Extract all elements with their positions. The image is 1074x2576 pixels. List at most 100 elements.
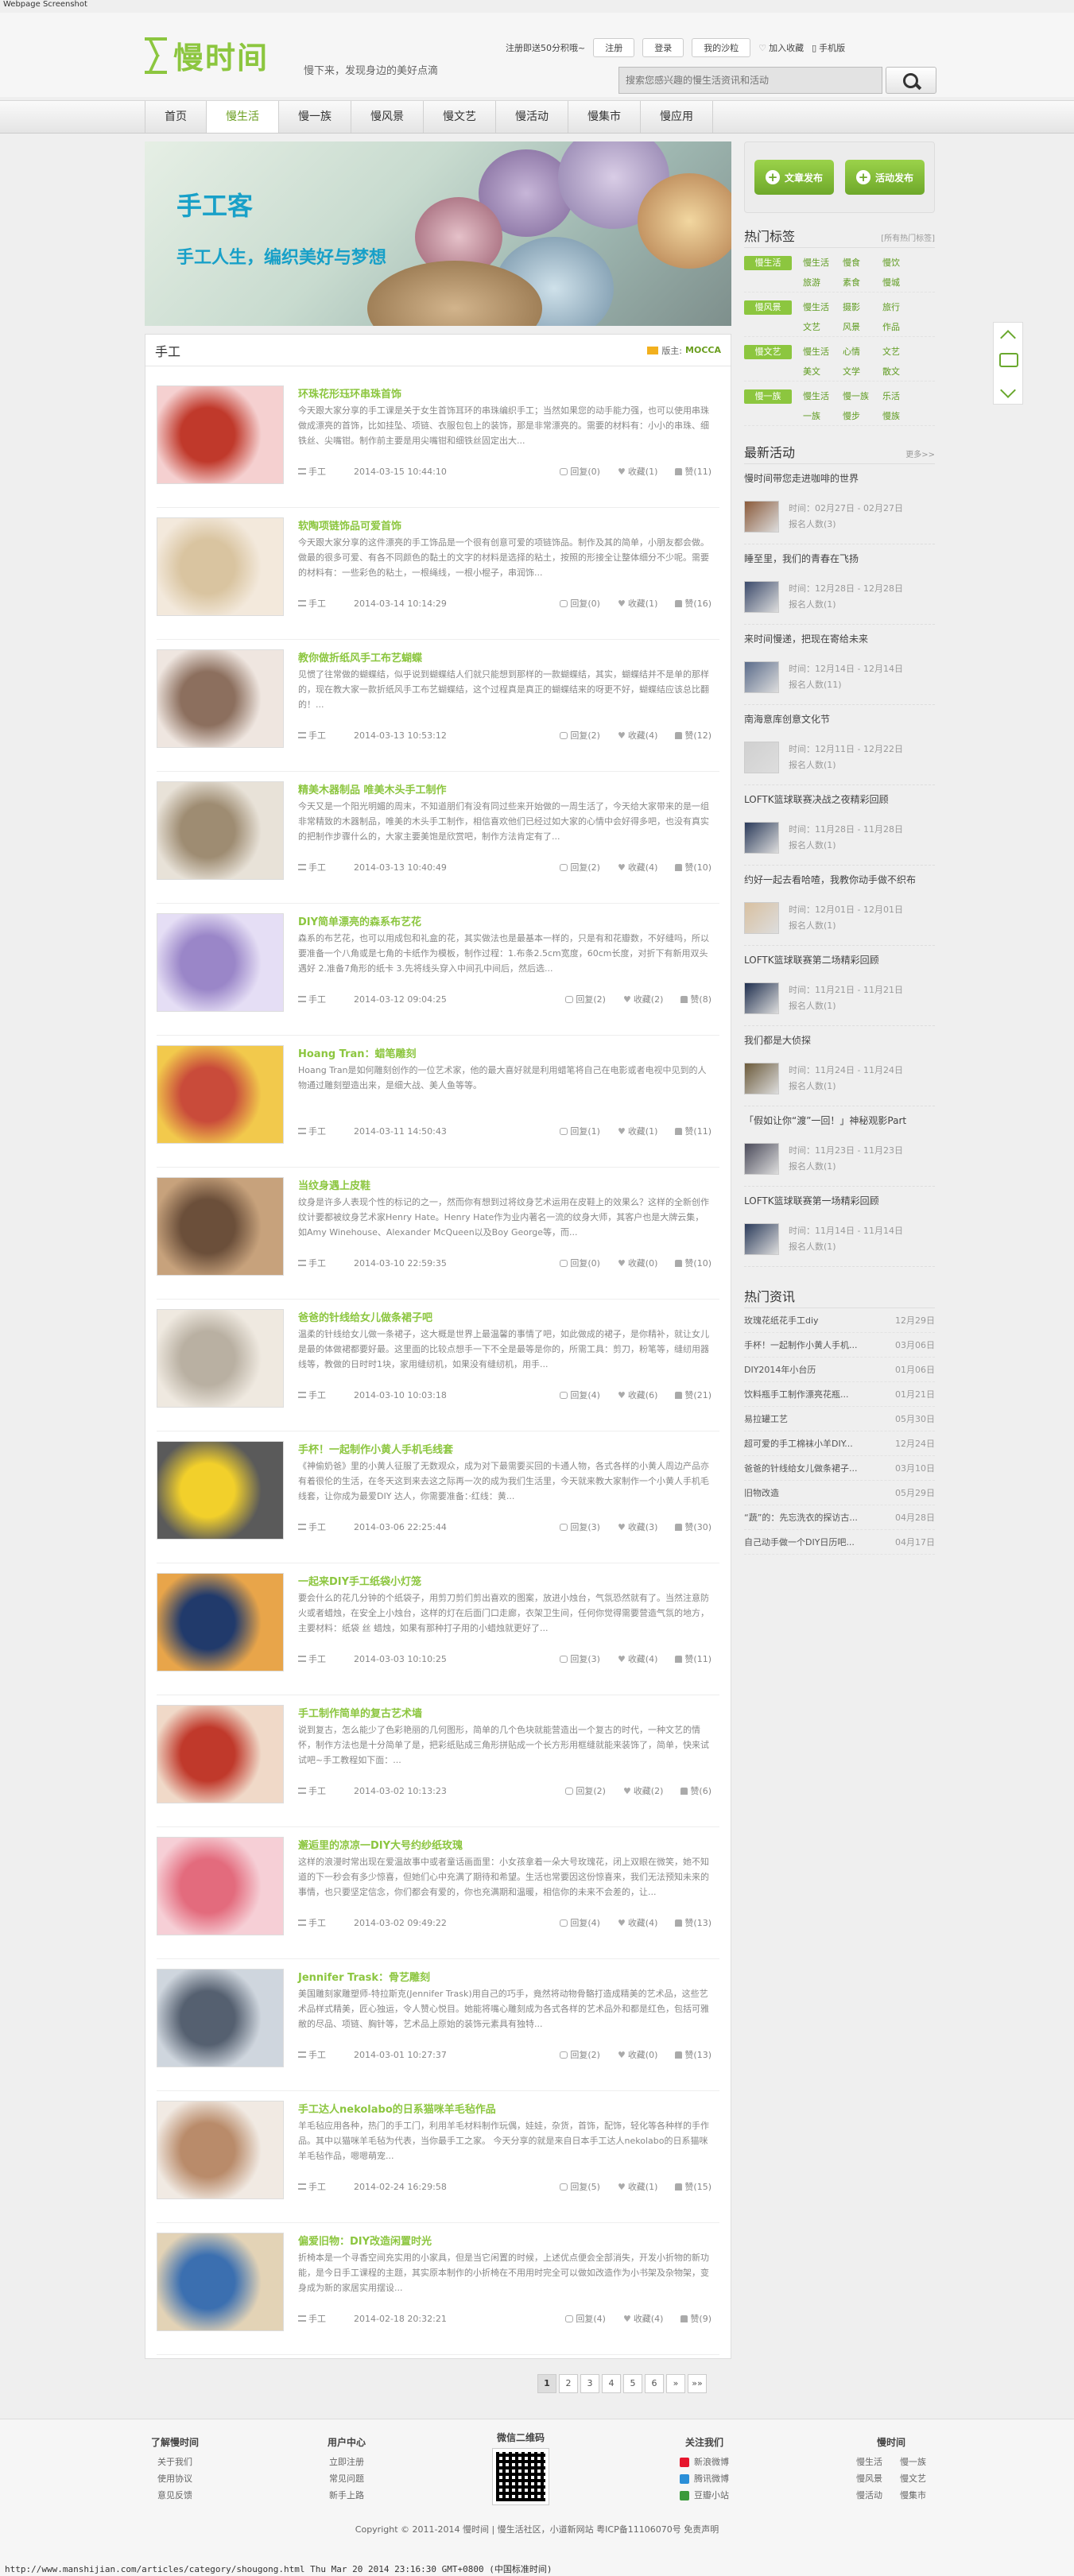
comment-button[interactable]: 回复(0)	[560, 1257, 600, 1269]
article-thumbnail[interactable]	[157, 781, 284, 880]
footer-link[interactable]: 意见反馈	[143, 2487, 207, 2504]
nav-item-6[interactable]: 慢活动	[496, 101, 568, 133]
footer-link[interactable]: 慢活动	[847, 2487, 891, 2504]
favorite-button[interactable]: ♥ 收藏(0)	[618, 1257, 657, 1269]
tag-link[interactable]: 作品	[882, 320, 922, 337]
tag-category[interactable]: 慢文艺	[744, 345, 792, 359]
like-button[interactable]: 赞(12)	[675, 729, 711, 742]
favorite-button[interactable]: ♥ 收藏(0)	[618, 2048, 657, 2061]
search-button[interactable]	[886, 67, 936, 94]
comment-button[interactable]: 回复(5)	[560, 2180, 600, 2193]
like-button[interactable]: 赞(10)	[675, 1257, 711, 1269]
publish-article-button[interactable]: + 文章发布	[754, 160, 834, 195]
event-thumbnail[interactable]	[744, 661, 779, 693]
article-thumbnail[interactable]	[157, 1309, 284, 1408]
event-thumbnail[interactable]	[744, 501, 779, 533]
article-thumbnail[interactable]	[157, 2233, 284, 2331]
article-title[interactable]: 手工制作简单的复古艺术墙	[298, 1705, 422, 1720]
tag-link[interactable]: 慢城	[882, 276, 922, 292]
favorite-button[interactable]: ♥ 收藏(1)	[618, 465, 657, 478]
all-tags-link[interactable]: [所有热门标签]	[881, 231, 935, 243]
event-thumbnail[interactable]	[744, 742, 779, 773]
footer-link[interactable]: 立即注册	[315, 2454, 378, 2470]
like-button[interactable]: 赞(21)	[675, 1389, 711, 1401]
page-link-1[interactable]: 1	[537, 2374, 556, 2393]
nav-item-4[interactable]: 慢风景	[351, 101, 424, 133]
news-item[interactable]: 超可爱的手工棉袜小羊DIY... 12月24日	[744, 1431, 935, 1456]
like-button[interactable]: 赞(13)	[675, 1916, 711, 1929]
nav-item-3[interactable]: 慢一族	[279, 101, 351, 133]
favorite-button[interactable]: ♥ 收藏(2)	[623, 993, 663, 1005]
like-button[interactable]: 赞(13)	[675, 2048, 711, 2061]
comment-button[interactable]: 回复(3)	[560, 1520, 600, 1533]
nav-item-8[interactable]: 慢应用	[641, 101, 713, 133]
event-title[interactable]: LOFTK篮球联赛决战之夜精彩回顾	[744, 794, 889, 805]
comment-button[interactable]: 回复(2)	[565, 1784, 606, 1797]
tag-link[interactable]: 慢步	[843, 409, 882, 426]
article-thumbnail[interactable]	[157, 1969, 284, 2067]
comment-button[interactable]: 回复(3)	[560, 1652, 600, 1665]
article-title[interactable]: 爸爸的针线给女儿做条裙子吧	[298, 1309, 432, 1324]
page-link-6[interactable]: 6	[645, 2374, 664, 2393]
like-button[interactable]: 赞(8)	[680, 993, 711, 1005]
event-thumbnail[interactable]	[744, 822, 779, 854]
favorite-button[interactable]: ♥ 收藏(1)	[618, 1125, 657, 1137]
news-item[interactable]: 易拉罐工艺 05月30日	[744, 1407, 935, 1431]
tag-link[interactable]: 慢一族	[843, 389, 882, 406]
event-thumbnail[interactable]	[744, 1143, 779, 1175]
favorite-button[interactable]: ♥ 收藏(1)	[618, 2180, 657, 2193]
article-category[interactable]: 手工	[298, 1916, 354, 1929]
tag-link[interactable]: 旅行	[882, 300, 922, 317]
article-title[interactable]: 邂逅里的凉凉一DIY大号约纱纸玫瑰	[298, 1837, 463, 1852]
article-category[interactable]: 手工	[298, 1125, 354, 1137]
comment-button[interactable]: 回复(4)	[560, 1389, 600, 1401]
event-thumbnail[interactable]	[744, 982, 779, 1014]
comment-button[interactable]: 回复(1)	[560, 1125, 600, 1137]
mobile-link[interactable]: ▯ 手机版	[812, 41, 845, 54]
tag-link[interactable]: 慢族	[882, 409, 922, 426]
like-button[interactable]: 赞(10)	[675, 861, 711, 874]
comment-button[interactable]: 回复(2)	[560, 2048, 600, 2061]
favorite-button[interactable]: ♥ 收藏(4)	[618, 729, 657, 742]
events-more-link[interactable]: 更多>>	[905, 447, 935, 459]
tag-link[interactable]: 素食	[843, 276, 882, 292]
comment-button[interactable]: 回复(0)	[560, 597, 600, 610]
article-category[interactable]: 手工	[298, 597, 354, 610]
article-thumbnail[interactable]	[157, 1705, 284, 1803]
news-item[interactable]: 玫瑰花纸花手工diy 12月29日	[744, 1308, 935, 1333]
favorite-button[interactable]: ♥ 收藏(3)	[618, 1520, 657, 1533]
event-thumbnail[interactable]	[744, 1063, 779, 1094]
tag-link[interactable]: 慢生活	[803, 345, 843, 362]
news-item[interactable]: 旧物改造 05月29日	[744, 1481, 935, 1505]
article-category[interactable]: 手工	[298, 2180, 354, 2193]
footer-link[interactable]: 新手上路	[315, 2487, 378, 2504]
publish-event-button[interactable]: + 活动发布	[845, 160, 925, 195]
footer-link[interactable]: 使用协议	[143, 2470, 207, 2487]
like-button[interactable]: 赞(6)	[680, 1784, 711, 1797]
article-title[interactable]: 精美木器制品 唯美木头手工制作	[298, 781, 447, 796]
news-item[interactable]: 自己动手做一个DIY日历吧... 04月17日	[744, 1530, 935, 1555]
weibo-link[interactable]: 新浪微博	[673, 2454, 736, 2470]
footer-link[interactable]: 慢文艺	[891, 2470, 935, 2487]
event-title[interactable]: 约好一起去看哈喳，我教你动手做不织布	[744, 874, 916, 885]
event-title[interactable]: 南海意库创意文化节	[744, 714, 830, 725]
event-thumbnail[interactable]	[744, 581, 779, 613]
comment-button[interactable]: 回复(0)	[560, 465, 600, 478]
event-title[interactable]: LOFTK篮球联赛第二场精彩回顾	[744, 955, 879, 966]
article-category[interactable]: 手工	[298, 1784, 354, 1797]
feedback-icon[interactable]	[999, 353, 1018, 367]
scroll-bottom-icon[interactable]	[1000, 382, 1016, 398]
article-category[interactable]: 手工	[298, 993, 354, 1005]
article-thumbnail[interactable]	[157, 1837, 284, 1935]
article-thumbnail[interactable]	[157, 2101, 284, 2199]
article-thumbnail[interactable]	[157, 913, 284, 1012]
tag-link[interactable]: 旅游	[803, 276, 843, 292]
page-link-7[interactable]: »	[666, 2374, 685, 2393]
scroll-top-icon[interactable]	[1000, 330, 1016, 346]
tag-category[interactable]: 慢风景	[744, 300, 792, 315]
article-category[interactable]: 手工	[298, 1652, 354, 1665]
my-space-button[interactable]: 我的沙粒	[692, 38, 751, 57]
nav-item-5[interactable]: 慢文艺	[424, 101, 496, 133]
tag-category[interactable]: 慢生活	[744, 256, 792, 270]
favorite-button[interactable]: ♥ 收藏(4)	[618, 1916, 657, 1929]
